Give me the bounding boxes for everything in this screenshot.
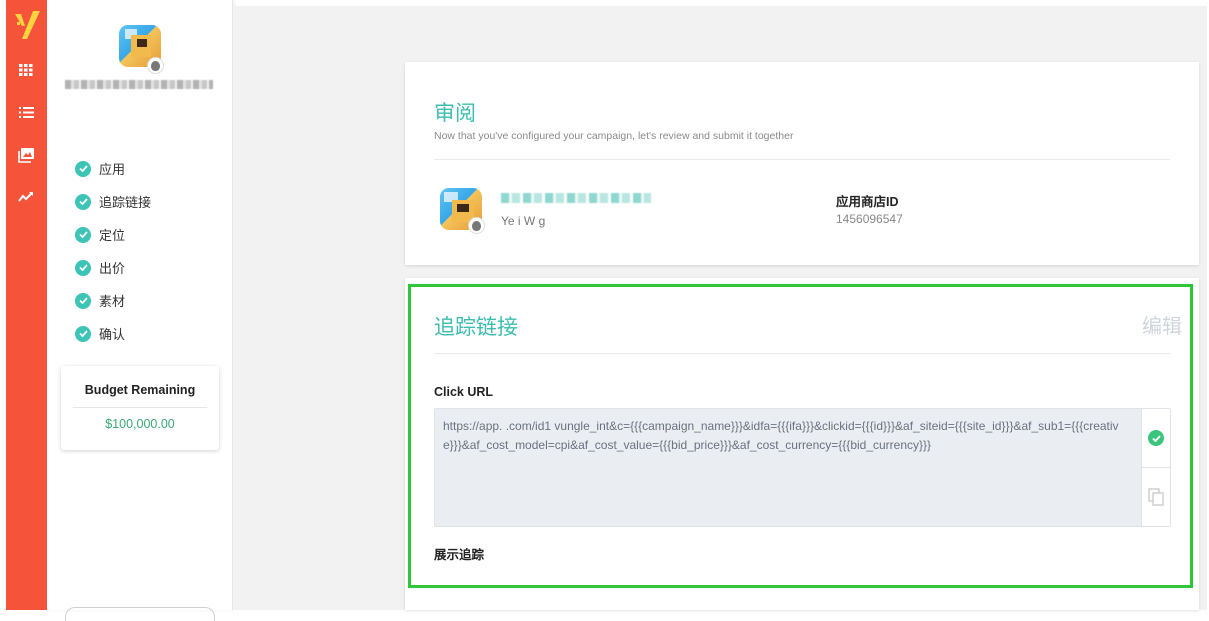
budget-title: Budget Remaining xyxy=(84,383,196,397)
nav-rail xyxy=(6,0,47,610)
image-icon[interactable] xyxy=(15,144,37,166)
divider xyxy=(434,353,1170,354)
click-url-label: Click URL xyxy=(434,385,494,399)
impression-tracking-label: 展示追踪 xyxy=(434,548,485,562)
check-circle-icon[interactable] xyxy=(1148,430,1164,446)
step-item-confirm[interactable]: 确认 xyxy=(75,317,151,350)
step-label: 应用 xyxy=(99,162,126,177)
check-circle-icon xyxy=(75,193,91,210)
sidebar-bottom-button[interactable] xyxy=(65,607,215,621)
step-item-targeting[interactable]: 定位 xyxy=(75,218,151,251)
review-title: 审阅 xyxy=(434,102,476,125)
step-item-bid[interactable]: 出价 xyxy=(75,251,151,284)
divider xyxy=(1142,467,1170,468)
tracking-title: 追踪链接 xyxy=(434,316,518,339)
check-circle-icon xyxy=(75,226,91,243)
divider xyxy=(434,159,1170,160)
divider xyxy=(73,407,207,408)
apple-icon xyxy=(147,57,164,74)
app-developer: Ye i W g xyxy=(501,214,546,228)
check-circle-icon xyxy=(75,325,91,342)
list-icon[interactable] xyxy=(15,101,37,123)
click-url-field[interactable]: https://app. .com/id1 vungle_int&c={{{ca… xyxy=(434,408,1171,527)
step-item-tracking[interactable]: 追踪链接 xyxy=(75,185,151,218)
check-circle-icon xyxy=(75,160,91,177)
step-item-creative[interactable]: 素材 xyxy=(75,284,151,317)
main-content: 审阅 Now that you've configured your campa… xyxy=(234,6,1207,610)
chart-line-icon[interactable] xyxy=(15,186,37,208)
copy-icon[interactable] xyxy=(1148,488,1164,506)
step-item-app[interactable]: 应用 xyxy=(75,152,151,185)
app-name-redacted xyxy=(501,193,651,203)
step-label: 定位 xyxy=(99,228,126,243)
click-url-value[interactable]: https://app. .com/id1 vungle_int&c={{{ca… xyxy=(443,417,1133,454)
steps-sidebar: 应用 追踪链接 定位 出价 素材 确认 Budget Remaining $10… xyxy=(47,0,233,621)
vungle-logo-icon[interactable] xyxy=(13,10,40,40)
tracking-card: 追踪链接 编辑 Click URL https://app. .com/id1 … xyxy=(405,278,1199,610)
step-label: 追踪链接 xyxy=(99,195,152,210)
url-tools xyxy=(1141,409,1170,526)
check-circle-icon xyxy=(75,292,91,309)
budget-value: $100,000.00 xyxy=(105,417,175,431)
store-id-label: 应用商店ID xyxy=(836,195,899,209)
grid-icon[interactable] xyxy=(15,59,37,81)
review-subtitle: Now that you've configured your campaign… xyxy=(434,130,794,142)
check-circle-icon xyxy=(75,259,91,276)
step-list: 应用 追踪链接 定位 出价 素材 确认 xyxy=(75,152,151,350)
apple-icon xyxy=(468,217,485,234)
store-id-value: 1456096547 xyxy=(836,212,903,226)
edit-button[interactable]: 编辑 xyxy=(1142,310,1182,339)
step-label: 确认 xyxy=(99,327,126,342)
review-card: 审阅 Now that you've configured your campa… xyxy=(405,62,1199,265)
app-name-redacted xyxy=(65,80,213,89)
step-label: 素材 xyxy=(99,294,126,309)
budget-card: Budget Remaining $100,000.00 xyxy=(61,366,219,450)
step-label: 出价 xyxy=(99,261,126,276)
